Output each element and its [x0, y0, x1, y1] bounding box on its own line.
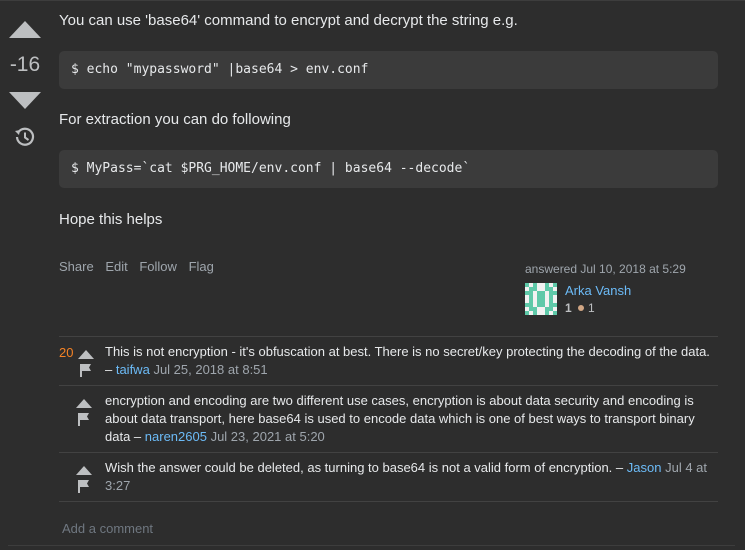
user-name-link[interactable]: Arka Vansh: [565, 283, 631, 298]
bronze-badge-icon: [578, 305, 584, 311]
bronze-badge-count: 1: [578, 301, 595, 315]
comment-body: This is not encryption - it's obfuscatio…: [105, 337, 718, 385]
comment-separator: –: [130, 429, 145, 444]
answered-timestamp[interactable]: answered Jul 10, 2018 at 5:29: [525, 262, 705, 276]
code-block: $ MyPass=`cat $PRG_HOME/env.conf | base6…: [59, 150, 718, 188]
upvote-button[interactable]: [9, 20, 41, 38]
bottom-divider: [8, 545, 735, 546]
reputation-score: 1: [565, 301, 572, 315]
answer-paragraph: Hope this helps: [59, 211, 163, 228]
comment-item: encryption and encoding are two differen…: [59, 386, 718, 453]
comment-flag-button[interactable]: [78, 480, 90, 493]
top-divider: [0, 0, 745, 1]
answer-paragraph: You can use 'base64' command to encrypt …: [59, 12, 518, 29]
user-signature: answered Jul 10, 2018 at 5:29 Arka Vansh…: [525, 262, 705, 315]
add-comment-link[interactable]: Add a comment: [62, 521, 153, 536]
comment-user-link[interactable]: taifwa: [116, 362, 150, 377]
comment-text: This is not encryption - it's obfuscatio…: [105, 344, 710, 359]
flag-icon: [80, 364, 91, 377]
comment-date[interactable]: Jul 23, 2021 at 5:20: [211, 429, 325, 444]
comment-flag-button[interactable]: [80, 364, 92, 377]
downvote-button[interactable]: [9, 92, 41, 110]
comment-upvote-button[interactable]: [78, 346, 94, 359]
timeline-button[interactable]: [14, 126, 36, 148]
history-icon: [15, 127, 35, 146]
comment-body: encryption and encoding are two differen…: [105, 386, 718, 452]
comment-score: 20: [59, 345, 74, 360]
follow-link[interactable]: Follow: [139, 259, 177, 274]
comment-separator: –: [105, 362, 116, 377]
comment-date[interactable]: Jul 25, 2018 at 8:51: [153, 362, 267, 377]
code-block: $ echo "mypassword" |base64 > env.conf: [59, 51, 718, 89]
comment-separator: –: [612, 460, 627, 475]
flag-icon: [78, 413, 89, 426]
comment-body: Wish the answer could be deleted, as tur…: [105, 453, 718, 501]
comment-upvote-button[interactable]: [76, 395, 92, 408]
flag-icon: [78, 480, 89, 493]
comment-user-link[interactable]: Jason: [627, 460, 662, 475]
comment-item: 20 This is not encryption - it's obfusca…: [59, 337, 718, 386]
comment-upvote-icon: [76, 399, 92, 408]
comment-text: Wish the answer could be deleted, as tur…: [105, 460, 613, 475]
comment-item: Wish the answer could be deleted, as tur…: [59, 453, 718, 502]
bronze-badge-value: 1: [588, 301, 595, 315]
share-link[interactable]: Share: [59, 259, 94, 274]
edit-link[interactable]: Edit: [105, 259, 127, 274]
avatar[interactable]: [525, 283, 557, 315]
vote-count: -16: [9, 53, 41, 76]
comment-upvote-icon: [78, 350, 94, 359]
comment-upvote-button[interactable]: [76, 462, 92, 475]
comments-list: 20 This is not encryption - it's obfusca…: [59, 336, 718, 536]
comment-upvote-icon: [76, 466, 92, 475]
arrow-down-icon: [9, 92, 41, 109]
flag-link[interactable]: Flag: [189, 259, 214, 274]
post-menu: Share Edit Follow Flag: [59, 259, 222, 274]
comment-user-link[interactable]: naren2605: [145, 429, 207, 444]
comment-flag-button[interactable]: [78, 413, 90, 426]
arrow-up-icon: [9, 21, 41, 38]
answer-paragraph: For extraction you can do following: [59, 111, 291, 128]
